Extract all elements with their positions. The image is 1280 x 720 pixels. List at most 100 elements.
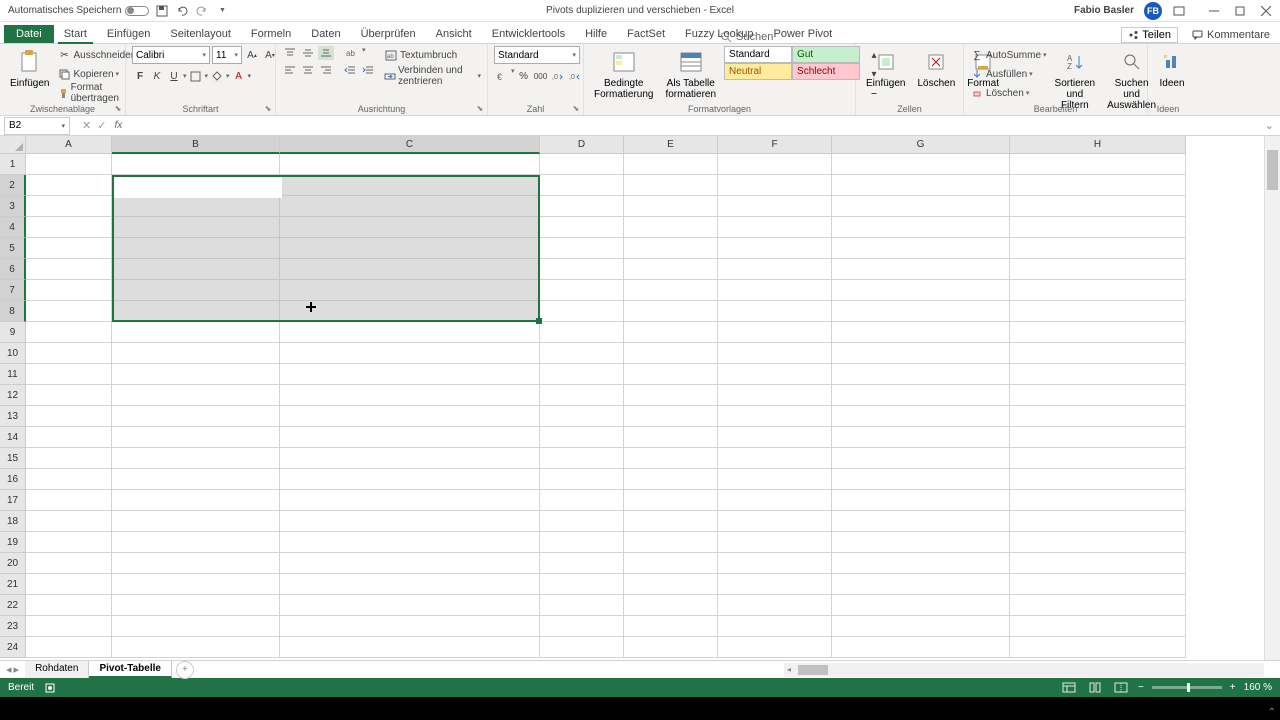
cell[interactable] <box>112 553 280 574</box>
cell[interactable] <box>624 217 718 238</box>
view-page-break-icon[interactable] <box>1112 681 1130 695</box>
format-as-table-button[interactable]: Als Tabelle formatieren <box>661 46 720 102</box>
cell[interactable] <box>112 637 280 658</box>
cell[interactable] <box>26 217 112 238</box>
dialog-launcher-icon[interactable]: ⬊ <box>475 103 485 113</box>
border-icon[interactable] <box>188 67 204 85</box>
cell[interactable] <box>112 280 280 301</box>
cell[interactable] <box>540 406 624 427</box>
tab-formeln[interactable]: Formeln <box>241 25 301 43</box>
cell[interactable] <box>280 343 540 364</box>
cell[interactable] <box>624 280 718 301</box>
dialog-launcher-icon[interactable]: ⬊ <box>113 103 123 113</box>
cell[interactable] <box>624 532 718 553</box>
cell[interactable] <box>540 532 624 553</box>
cell[interactable] <box>718 301 832 322</box>
font-color-icon[interactable]: A <box>231 67 247 85</box>
style-standard[interactable]: Standard <box>724 46 792 63</box>
row-header-10[interactable]: 10 <box>0 343 26 364</box>
cell[interactable] <box>624 175 718 196</box>
cell[interactable] <box>280 637 540 658</box>
cell[interactable] <box>624 427 718 448</box>
cell[interactable] <box>540 238 624 259</box>
cell[interactable] <box>832 154 1010 175</box>
cell[interactable] <box>280 385 540 406</box>
cell[interactable] <box>1010 637 1186 658</box>
cell[interactable] <box>1010 469 1186 490</box>
cell[interactable] <box>718 154 832 175</box>
cell[interactable] <box>540 301 624 322</box>
cell[interactable] <box>112 259 280 280</box>
enter-formula-icon[interactable]: ✓ <box>97 119 106 132</box>
cell[interactable] <box>718 595 832 616</box>
horizontal-scrollbar[interactable]: ◂ <box>784 663 1264 677</box>
cell[interactable] <box>624 469 718 490</box>
tab-power-pivot[interactable]: Power Pivot <box>764 25 843 43</box>
decrease-indent-icon[interactable] <box>342 63 358 77</box>
increase-indent-icon[interactable] <box>360 63 376 77</box>
cell[interactable] <box>112 322 280 343</box>
cell[interactable] <box>1010 385 1186 406</box>
ideas-button[interactable]: Ideen <box>1154 46 1190 91</box>
cell[interactable] <box>26 280 112 301</box>
cell[interactable] <box>540 322 624 343</box>
cell[interactable] <box>624 406 718 427</box>
tab-überprüfen[interactable]: Überprüfen <box>351 25 426 43</box>
sort-filter-button[interactable]: AZSortieren und Filtern <box>1051 46 1100 113</box>
cell[interactable] <box>1010 448 1186 469</box>
cell[interactable] <box>1010 532 1186 553</box>
cell[interactable] <box>540 280 624 301</box>
cell[interactable] <box>540 616 624 637</box>
cell[interactable] <box>624 616 718 637</box>
cell[interactable] <box>718 553 832 574</box>
cell[interactable] <box>280 532 540 553</box>
cell[interactable] <box>112 343 280 364</box>
italic-button[interactable]: K <box>149 67 165 85</box>
row-header-9[interactable]: 9 <box>0 322 26 343</box>
cell[interactable] <box>112 301 280 322</box>
cell[interactable] <box>718 511 832 532</box>
copy-button[interactable]: Kopieren▾ <box>57 65 136 83</box>
zoom-level[interactable]: 160 % <box>1244 682 1272 693</box>
cell[interactable] <box>540 259 624 280</box>
cell[interactable] <box>624 511 718 532</box>
style-schlecht[interactable]: Schlecht <box>792 63 860 80</box>
cell[interactable] <box>540 574 624 595</box>
cell[interactable] <box>832 511 1010 532</box>
cell[interactable] <box>1010 427 1186 448</box>
cell[interactable] <box>624 259 718 280</box>
formula-input[interactable] <box>126 117 1265 135</box>
cell[interactable] <box>832 196 1010 217</box>
row-header-6[interactable]: 6 <box>0 259 26 280</box>
merge-center-button[interactable]: Verbinden und zentrieren▾ <box>384 67 481 85</box>
cell[interactable] <box>26 490 112 511</box>
font-name-select[interactable]: Calibri▾ <box>132 46 210 64</box>
cell[interactable] <box>280 448 540 469</box>
cell[interactable] <box>280 217 540 238</box>
cell[interactable] <box>718 427 832 448</box>
sheet-nav-next-icon[interactable]: ▸ <box>14 663 20 676</box>
cell[interactable] <box>832 364 1010 385</box>
cell[interactable] <box>26 637 112 658</box>
col-header-C[interactable]: C <box>280 136 540 154</box>
user-avatar[interactable]: FB <box>1144 2 1162 20</box>
tab-einfügen[interactable]: Einfügen <box>97 25 160 43</box>
cell[interactable] <box>624 448 718 469</box>
align-bottom-icon[interactable] <box>318 46 334 60</box>
cell[interactable] <box>1010 217 1186 238</box>
cell[interactable] <box>718 448 832 469</box>
align-left-icon[interactable] <box>282 63 298 77</box>
cell[interactable] <box>540 469 624 490</box>
cell[interactable] <box>832 427 1010 448</box>
col-header-E[interactable]: E <box>624 136 718 154</box>
add-sheet-button[interactable]: + <box>176 661 194 679</box>
cell[interactable] <box>112 490 280 511</box>
view-page-layout-icon[interactable] <box>1086 681 1104 695</box>
row-header-8[interactable]: 8 <box>0 301 26 322</box>
cell[interactable] <box>540 217 624 238</box>
fill-color-icon[interactable] <box>209 67 225 85</box>
cell[interactable] <box>624 637 718 658</box>
row-header-13[interactable]: 13 <box>0 406 26 427</box>
cell[interactable] <box>832 406 1010 427</box>
cell[interactable] <box>832 490 1010 511</box>
